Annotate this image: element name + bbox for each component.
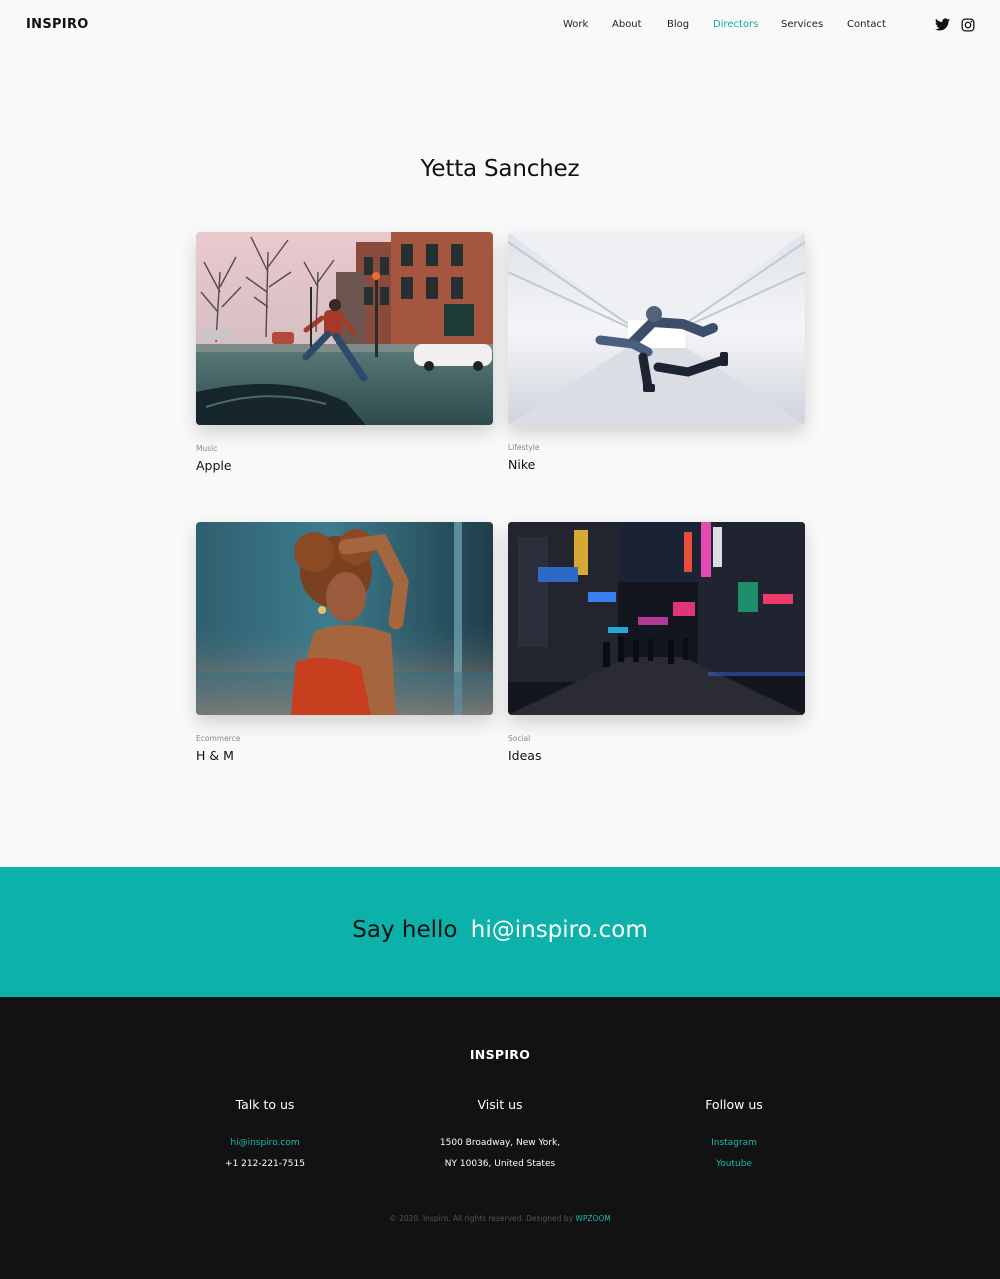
site-footer: INSPIRO Talk to us hi@inspiro.com +1 212… — [0, 997, 1000, 1279]
say-hello-email-link[interactable]: hi@inspiro.com — [471, 917, 648, 943]
project-card-hm[interactable]: Ecommerce H & M — [196, 522, 493, 763]
designer-link[interactable]: WPZOOM — [575, 1214, 610, 1223]
footer-heading: Visit us — [477, 1097, 523, 1112]
footer-address-line: NY 10036, United States — [444, 1159, 556, 1169]
footer-column-visit: Visit us 1500 Broadway, New York, NY 100… — [380, 1097, 620, 1175]
project-card-nike[interactable]: Lifestyle Nike — [508, 232, 805, 472]
page-title: Yetta Sanchez — [420, 156, 580, 182]
project-category: Lifestyle — [508, 443, 540, 452]
footer-column-talk: Talk to us hi@inspiro.com +1 212-221-751… — [145, 1097, 385, 1175]
nav-about[interactable]: About — [612, 19, 642, 30]
project-title[interactable]: Nike — [508, 457, 535, 472]
footer-address-line: 1500 Broadway, New York, — [439, 1138, 561, 1148]
instagram-icon[interactable] — [961, 18, 975, 32]
twitter-icon[interactable] — [935, 18, 950, 31]
project-image-night-street[interactable] — [508, 522, 805, 715]
project-category: Social — [508, 734, 531, 743]
project-image-street-runner[interactable] — [196, 232, 493, 425]
footer-youtube-link[interactable]: Youtube — [614, 1154, 854, 1175]
project-title[interactable]: Apple — [196, 458, 232, 473]
project-category: Music — [196, 444, 218, 453]
footer-phone: +1 212-221-7515 — [225, 1159, 305, 1169]
say-hello-prefix: Say hello — [352, 917, 458, 943]
nav-directors[interactable]: Directors — [713, 19, 758, 30]
footer-logo[interactable]: INSPIRO — [0, 1047, 1000, 1062]
footer-column-follow: Follow us Instagram Youtube — [614, 1097, 854, 1175]
footer-heading: Follow us — [705, 1097, 763, 1112]
project-title[interactable]: H & M — [196, 748, 234, 763]
nav-services[interactable]: Services — [781, 19, 823, 30]
project-image-woman-portrait[interactable] — [196, 522, 493, 715]
nav-contact[interactable]: Contact — [847, 19, 886, 30]
project-card-ideas[interactable]: Social Ideas — [508, 522, 805, 763]
nav-blog[interactable]: Blog — [667, 19, 689, 30]
project-category: Ecommerce — [196, 734, 241, 743]
say-hello-section: Say hello hi@inspiro.com — [0, 867, 1000, 997]
main-nav: Work About Blog Directors Services Conta… — [0, 19, 1000, 33]
footer-email-link[interactable]: hi@inspiro.com — [145, 1133, 385, 1154]
copyright-text: © 2020. Inspiro. All rights reserved. De… — [389, 1214, 574, 1223]
project-title[interactable]: Ideas — [508, 748, 541, 763]
footer-instagram-link[interactable]: Instagram — [614, 1133, 854, 1154]
say-hello-text: Say hello hi@inspiro.com — [0, 917, 1000, 943]
project-image-jumping-dancer[interactable] — [508, 232, 805, 425]
project-card-apple[interactable]: Music Apple — [196, 232, 493, 473]
site-header: INSPIRO Work About Blog Directors Servic… — [0, 0, 1000, 52]
nav-work[interactable]: Work — [563, 19, 588, 30]
footer-heading: Talk to us — [235, 1097, 295, 1112]
footer-copyright: © 2020. Inspiro. All rights reserved. De… — [0, 1214, 1000, 1223]
